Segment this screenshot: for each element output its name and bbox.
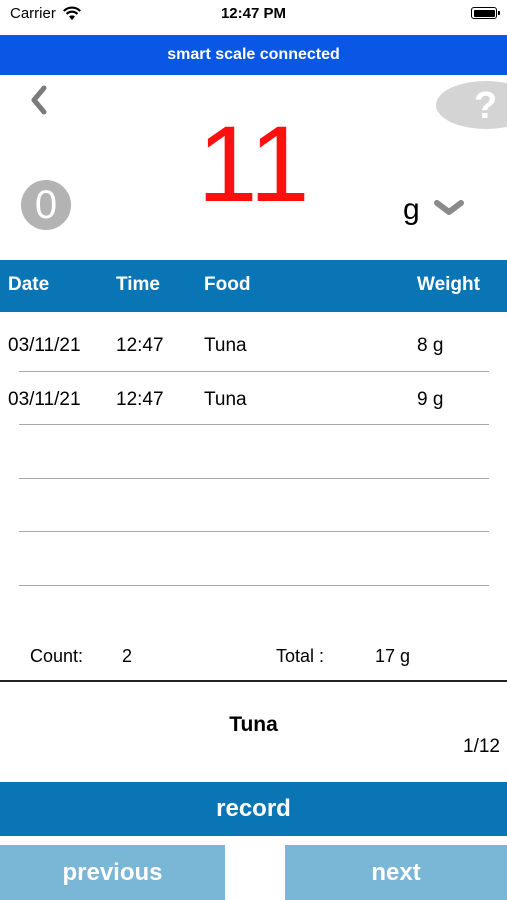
column-food: Food: [204, 274, 251, 295]
column-weight: Weight: [417, 274, 480, 295]
unit-label[interactable]: g: [403, 193, 420, 227]
row-food: Tuna: [204, 389, 247, 410]
row-divider: [19, 424, 489, 425]
section-divider: [0, 680, 507, 682]
status-time: 12:47 PM: [220, 5, 287, 22]
zero-button[interactable]: 0: [21, 180, 71, 230]
count-value: 2: [122, 646, 133, 666]
next-button[interactable]: next: [285, 845, 507, 900]
page-indicator: 1/12: [463, 736, 500, 757]
scale-reading: 11: [197, 103, 310, 224]
table-header: Date Time Food Weight: [0, 260, 507, 312]
previous-button[interactable]: previous: [0, 845, 225, 900]
row-food: Tuna: [204, 335, 247, 356]
row-date: 03/11/21: [8, 335, 81, 356]
count-label: Count:: [30, 646, 84, 666]
column-time: Time: [116, 274, 161, 295]
row-time: 12:47: [116, 389, 164, 410]
row-divider: [19, 478, 489, 479]
chevron-down-icon[interactable]: [433, 198, 465, 218]
row-weight: 8 g: [417, 335, 444, 356]
row-divider: [19, 531, 489, 532]
row-divider: [19, 371, 489, 372]
row-date: 03/11/21: [8, 389, 81, 410]
column-date: Date: [8, 274, 50, 295]
total-label: Total :: [276, 646, 325, 666]
row-time: 12:47: [116, 335, 164, 356]
row-divider: [19, 585, 489, 586]
current-food-name: Tuna: [229, 713, 278, 736]
row-weight: 9 g: [417, 389, 444, 410]
record-button[interactable]: record: [0, 782, 507, 836]
total-value: 17 g: [375, 646, 411, 666]
connection-banner: smart scale connected: [0, 35, 507, 75]
battery-icon: [471, 7, 500, 19]
